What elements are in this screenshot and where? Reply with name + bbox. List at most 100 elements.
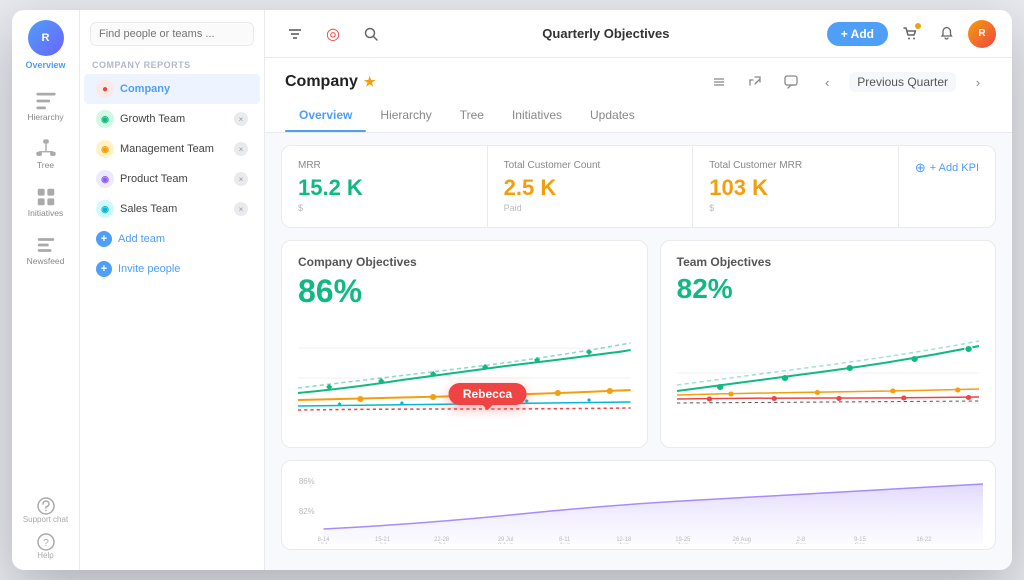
kpi-card-customer-count: Total Customer Count 2.5 K Paid xyxy=(488,146,694,227)
sidebar-item-newsfeed[interactable]: Newsfeed xyxy=(12,228,79,274)
main-content: ◎ Quarterly Objectives + Add xyxy=(265,10,1012,570)
sidebar-item-initiatives[interactable]: Initiatives xyxy=(12,180,79,226)
tree-icon xyxy=(35,140,57,158)
company-name-heading: Company xyxy=(285,73,358,91)
next-quarter-btn[interactable]: › xyxy=(964,68,992,96)
hierarchy-nav-label: Hierarchy xyxy=(27,112,63,122)
kpi-card-customer-mrr: Total Customer MRR 103 K $ xyxy=(693,146,899,227)
sub-header-actions: ‹ Previous Quarter › xyxy=(705,68,992,96)
add-kpi-section: ⊕ + Add KPI xyxy=(899,146,995,227)
team-item-product[interactable]: ◉ Product Team × xyxy=(84,164,260,194)
user-tooltip: Rebecca xyxy=(449,383,526,405)
kpi-mrr-label: MRR xyxy=(298,160,471,171)
svg-text:82%: 82% xyxy=(299,507,315,516)
product-name: Product Team xyxy=(120,173,188,185)
bell-icon-btn[interactable] xyxy=(932,20,960,48)
settings-icon-btn[interactable] xyxy=(705,68,733,96)
product-icon: ◉ xyxy=(96,170,114,188)
charts-row: Company Objectives 86% xyxy=(281,240,996,448)
tab-hierarchy[interactable]: Hierarchy xyxy=(366,102,445,132)
newsfeed-icon xyxy=(35,236,57,254)
svg-text:Jul: Jul xyxy=(438,543,446,544)
sidebar-bottom: Support chat ? Help xyxy=(23,497,68,570)
quarter-selector[interactable]: Previous Quarter xyxy=(849,72,956,92)
user-avatar[interactable]: R xyxy=(28,20,64,56)
tab-initiatives[interactable]: Initiatives xyxy=(498,102,576,132)
kpi-cmrr-value: 103 K xyxy=(709,175,882,201)
sales-icon: ◉ xyxy=(96,200,114,218)
main-scroll-area[interactable]: MRR 15.2 K $ Total Customer Count 2.5 K … xyxy=(265,133,1012,570)
company-name: Company xyxy=(120,83,170,95)
company-objectives-card: Company Objectives 86% xyxy=(281,240,648,448)
invite-plus-icon: + xyxy=(96,261,112,277)
team-item-company[interactable]: ● Company xyxy=(84,74,260,104)
team-item-growth[interactable]: ◉ Growth Team × xyxy=(84,104,260,134)
product-close-btn[interactable]: × xyxy=(234,172,248,186)
kpi-count-label: Total Customer Count xyxy=(504,160,677,171)
search-bar-container xyxy=(80,10,264,54)
management-name: Management Team xyxy=(120,143,214,155)
user-menu-avatar[interactable]: R xyxy=(968,20,996,48)
growth-name: Growth Team xyxy=(120,113,185,125)
svg-text:Jul: Jul xyxy=(320,543,328,544)
sidebar-item-hierarchy[interactable]: Hierarchy xyxy=(12,84,79,130)
kpi-cmrr-label: Total Customer MRR xyxy=(709,160,882,171)
svg-text:Aug: Aug xyxy=(678,543,688,544)
tree-nav-label: Tree xyxy=(37,160,54,170)
add-kpi-button[interactable]: ⊕ + Add KPI xyxy=(915,160,979,176)
left-sidebar: R Overview Hierarchy xyxy=(12,10,80,570)
cart-badge xyxy=(914,22,922,30)
cart-icon-btn[interactable] xyxy=(896,20,924,48)
kpi-count-sub: Paid xyxy=(504,203,677,213)
tab-overview[interactable]: Overview xyxy=(285,102,366,132)
growth-close-btn[interactable]: × xyxy=(234,112,248,126)
add-team-plus-icon: + xyxy=(96,231,112,247)
sales-close-btn[interactable]: × xyxy=(234,202,248,216)
svg-text:1 Sep: 1 Sep xyxy=(734,543,750,544)
header-right: + Add R xyxy=(827,20,996,48)
newsfeed-nav-label: Newsfeed xyxy=(27,256,65,266)
team-item-management[interactable]: ◉ Management Team × xyxy=(84,134,260,164)
sales-name: Sales Team xyxy=(120,203,177,215)
management-close-btn[interactable]: × xyxy=(234,142,248,156)
tab-updates[interactable]: Updates xyxy=(576,102,649,132)
team-objectives-card: Team Objectives 82% xyxy=(660,240,996,448)
svg-text:16-22: 16-22 xyxy=(916,537,931,543)
tabs-row: Overview Hierarchy Tree Initiatives Upda… xyxy=(285,102,992,132)
team-item-sales[interactable]: ◉ Sales Team × xyxy=(84,194,260,224)
search-icon-btn[interactable] xyxy=(357,20,385,48)
svg-text:?: ? xyxy=(43,538,49,549)
svg-text:86%: 86% xyxy=(299,477,315,486)
team-chart-svg xyxy=(677,313,979,423)
svg-text:Sep: Sep xyxy=(796,543,807,544)
support-chat-button[interactable]: Support chat xyxy=(23,497,68,525)
prev-quarter-btn[interactable]: ‹ xyxy=(813,68,841,96)
section-label: COMPANY REPORTS xyxy=(80,54,264,74)
company-chart-title: Company Objectives xyxy=(298,255,631,269)
svg-text:Aug: Aug xyxy=(618,543,628,544)
team-chart-title: Team Objectives xyxy=(677,255,979,269)
search-input[interactable] xyxy=(90,22,254,46)
favorite-star-icon[interactable]: ★ xyxy=(364,74,376,90)
kpi-mrr-sub: $ xyxy=(298,203,471,213)
svg-text:Aug: Aug xyxy=(559,543,569,544)
kpi-card-mrr: MRR 15.2 K $ xyxy=(282,146,488,227)
sidebar-item-tree[interactable]: Tree xyxy=(12,132,79,178)
add-team-button[interactable]: + Add team xyxy=(84,224,260,254)
add-main-button[interactable]: + Add xyxy=(827,22,888,46)
filter-icon-btn[interactable] xyxy=(281,20,309,48)
kpi-count-value: 2.5 K xyxy=(504,175,677,201)
kpi-cmrr-sub: $ xyxy=(709,203,882,213)
team-chart-percent: 82% xyxy=(677,273,979,305)
header-left: ◎ xyxy=(281,20,385,48)
invite-people-button[interactable]: + Invite people xyxy=(84,254,260,284)
tab-tree[interactable]: Tree xyxy=(446,102,498,132)
target-icon: ◎ xyxy=(319,20,347,48)
share-icon-btn[interactable] xyxy=(741,68,769,96)
help-button[interactable]: ? Help xyxy=(37,533,55,560)
area-chart-container: 86% 82% 8-14 Jul 15-21 xyxy=(281,460,996,550)
management-icon: ◉ xyxy=(96,140,114,158)
kpi-row: MRR 15.2 K $ Total Customer Count 2.5 K … xyxy=(281,145,996,228)
comment-icon-btn[interactable] xyxy=(777,68,805,96)
svg-text:Jul: Jul xyxy=(379,543,387,544)
